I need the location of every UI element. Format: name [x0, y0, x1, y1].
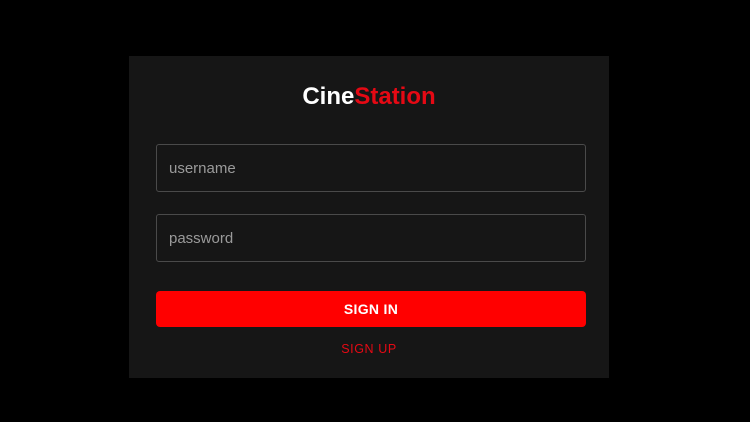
username-input[interactable] — [157, 145, 585, 191]
brand-name-part2: Station — [354, 83, 436, 110]
password-input[interactable] — [157, 215, 585, 261]
sign-in-button[interactable]: SIGN IN — [156, 291, 586, 327]
username-field-container — [156, 144, 586, 192]
sign-up-link[interactable]: SIGN UP — [129, 342, 609, 356]
password-field-container — [156, 214, 586, 262]
brand-logo: CineStation — [129, 82, 609, 112]
brand-name-part1: Cine — [302, 83, 355, 110]
login-card: CineStation SIGN IN SIGN UP — [129, 56, 609, 378]
